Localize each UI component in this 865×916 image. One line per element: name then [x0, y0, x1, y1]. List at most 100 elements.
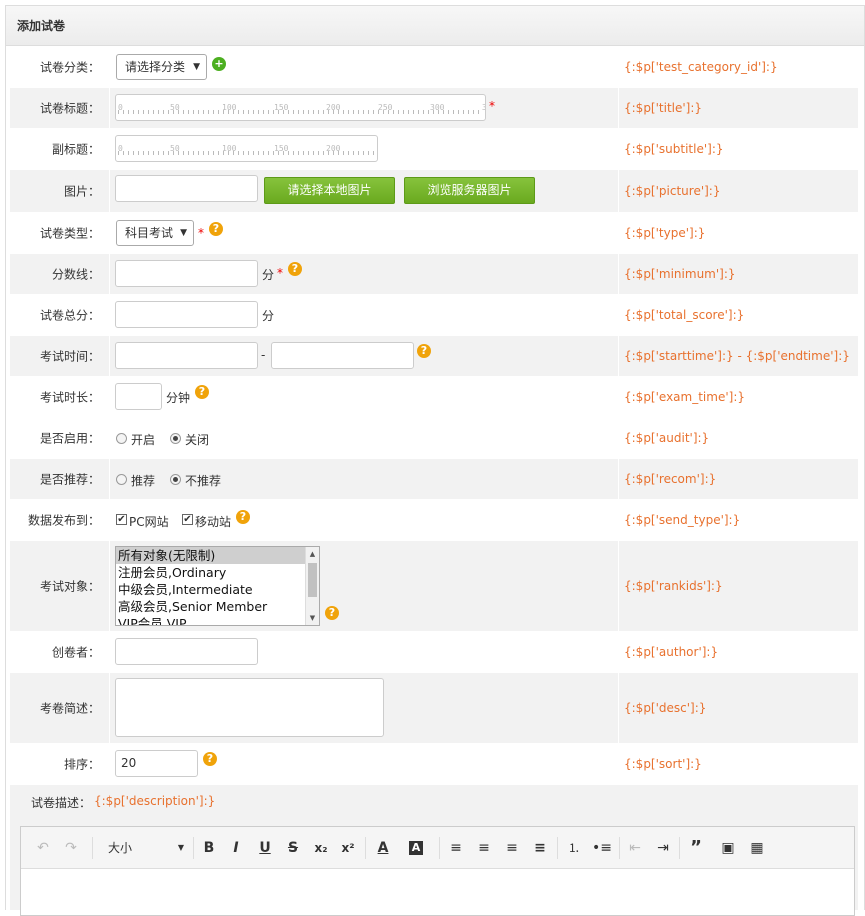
list-item[interactable]: 中级会员,Intermediate — [116, 581, 319, 598]
indent-icon[interactable]: ⇥ — [653, 838, 673, 858]
bold-icon[interactable]: B — [199, 838, 219, 858]
row-minimum: 分数线： 分 * ? {:$p['minimum']:} — [10, 254, 858, 294]
row-exam-time: 考试时间： - ? {:$p['starttime']:} - {:$p['en… — [10, 336, 858, 376]
row-rank: 考试对象： 所有对象(无限制) 注册会员,Ordinary 中级会员,Inter… — [10, 541, 858, 631]
unordered-list-icon[interactable]: •≡ — [592, 838, 612, 858]
redo-icon[interactable]: ↷ — [61, 838, 81, 858]
row-subtitle: 副标题： 05010015020025 {:$p['subtitle']:} — [10, 129, 858, 169]
end-time-input[interactable] — [271, 342, 414, 369]
help-icon[interactable]: ? — [288, 262, 302, 276]
var-recommend: {:$p['recom']:} — [624, 472, 717, 486]
table-icon[interactable]: ▦ — [747, 838, 767, 858]
choose-local-image-button[interactable]: 请选择本地图片 — [264, 177, 395, 204]
start-time-input[interactable] — [115, 342, 258, 369]
underline-icon[interactable]: U — [255, 838, 275, 858]
chevron-down-icon[interactable]: ▼ — [171, 838, 191, 858]
superscript-icon[interactable]: x² — [338, 838, 358, 858]
label-desc: 考卷简述： — [39, 701, 100, 716]
ruler-tick-label: 50 — [170, 103, 180, 112]
help-icon[interactable]: ? — [236, 510, 250, 524]
label-recommend: 是否推荐： — [39, 472, 100, 487]
help-icon[interactable]: ? — [417, 344, 431, 358]
row-recommend: 是否推荐： 推荐 不推荐 {:$p['recom']:} — [10, 459, 858, 499]
align-center-icon[interactable]: ≡ — [474, 838, 494, 858]
undo-icon[interactable]: ↶ — [33, 838, 53, 858]
radio-disable[interactable] — [170, 433, 181, 444]
unit-text: 分 — [262, 268, 275, 282]
chevron-down-icon: ▼ — [193, 62, 200, 72]
checkbox-pc[interactable]: ✔ — [116, 514, 127, 525]
checkbox-pc-label: PC网站 — [129, 515, 169, 529]
background-color-icon[interactable]: A — [409, 841, 423, 855]
browse-server-image-button[interactable]: 浏览服务器图片 — [404, 177, 535, 204]
range-dash: - — [261, 348, 266, 362]
ruler-tick-label: 50 — [170, 144, 180, 153]
row-sort: 排序： 20 ? {:$p['sort']:} — [10, 744, 858, 784]
subscript-icon[interactable]: x₂ — [311, 838, 331, 858]
panel-title: 添加试卷 — [6, 6, 864, 46]
checkbox-mobile[interactable]: ✔ — [182, 514, 193, 525]
scroll-up-icon[interactable]: ▲ — [306, 547, 319, 561]
var-sort: {:$p['sort']:} — [624, 757, 702, 771]
label-author: 创卷者： — [51, 645, 100, 660]
minimum-input[interactable] — [115, 260, 258, 287]
quote-icon[interactable]: ” — [686, 838, 706, 858]
font-size-dropdown[interactable]: 大小 — [105, 838, 135, 858]
list-item[interactable]: 注册会员,Ordinary — [116, 564, 319, 581]
duration-input[interactable] — [115, 383, 162, 410]
font-color-icon[interactable]: A — [373, 838, 393, 858]
strikethrough-icon[interactable]: S — [283, 838, 303, 858]
help-icon[interactable]: ? — [209, 222, 223, 236]
help-icon[interactable]: ? — [203, 752, 217, 766]
scrollbar-thumb[interactable] — [308, 563, 317, 597]
rank-listbox[interactable]: 所有对象(无限制) 注册会员,Ordinary 中级会员,Intermediat… — [115, 546, 320, 626]
total-score-input[interactable] — [115, 301, 258, 328]
radio-recommend-label: 推荐 — [131, 474, 156, 488]
add-category-icon[interactable]: + — [212, 57, 226, 71]
radio-enable-label: 开启 — [131, 433, 156, 447]
list-item[interactable]: VIP会员,VIP — [116, 615, 319, 625]
var-author: {:$p['author']:} — [624, 645, 719, 659]
radio-recommend[interactable] — [116, 474, 127, 485]
type-select[interactable]: 科目考试 ▼ — [116, 220, 194, 246]
title-input[interactable]: 0 50 100 150 200 250 300 350 — [115, 94, 486, 121]
var-description: {:$p['description']:} — [94, 794, 216, 808]
radio-not-recommend[interactable] — [170, 474, 181, 485]
category-select[interactable]: 请选择分类 ▼ — [116, 54, 207, 80]
ruler-tick-label: 0 — [118, 144, 123, 153]
ruler-tick-label: 150 — [274, 144, 289, 153]
scrollbar[interactable]: ▲ ▼ — [305, 547, 319, 625]
radio-not-recommend-label: 不推荐 — [185, 474, 222, 488]
sort-input[interactable]: 20 — [115, 750, 198, 777]
row-audit: 是否启用： 开启 关闭 {:$p['audit']:} — [10, 418, 858, 458]
checkbox-mobile-label: 移动站 — [195, 515, 232, 529]
help-icon[interactable]: ? — [195, 385, 209, 399]
author-input[interactable] — [115, 638, 258, 665]
list-item[interactable]: 所有对象(无限制) — [116, 547, 319, 564]
label-category: 试卷分类： — [39, 60, 100, 75]
var-category: {:$p['test_category_id']:} — [624, 60, 778, 74]
ruler-tick-label: 200 — [326, 103, 341, 112]
outdent-icon[interactable]: ⇤ — [625, 838, 645, 858]
help-icon[interactable]: ? — [325, 606, 339, 620]
var-minimum: {:$p['minimum']:} — [624, 267, 736, 281]
scroll-down-icon[interactable]: ▼ — [306, 611, 319, 625]
desc-textarea[interactable] — [115, 678, 384, 737]
row-send-type: 数据发布到： ✔ PC网站 ✔ 移动站 ? {:$p['send_type']:… — [10, 500, 858, 540]
italic-icon[interactable]: I — [226, 838, 246, 858]
image-icon[interactable]: ▣ — [718, 838, 738, 858]
ordered-list-icon[interactable]: ⒈ — [564, 838, 584, 858]
list-item[interactable]: 高级会员,Senior Member — [116, 598, 319, 615]
subtitle-input[interactable]: 05010015020025 — [115, 135, 378, 162]
required-mark: * — [198, 226, 204, 240]
row-category: 试卷分类： 请选择分类 ▼ + {:$p['test_category_id']:… — [10, 47, 858, 87]
align-justify-icon[interactable]: ≡ — [530, 838, 550, 858]
picture-input[interactable] — [115, 175, 258, 202]
radio-disable-label: 关闭 — [185, 433, 210, 447]
required-mark: * — [489, 99, 495, 113]
row-picture: 图片： 请选择本地图片 浏览服务器图片 {:$p['picture']:} — [10, 170, 858, 212]
label-send-type: 数据发布到： — [27, 513, 100, 528]
radio-enable[interactable] — [116, 433, 127, 444]
align-right-icon[interactable]: ≡ — [502, 838, 522, 858]
align-left-icon[interactable]: ≡ — [446, 838, 466, 858]
